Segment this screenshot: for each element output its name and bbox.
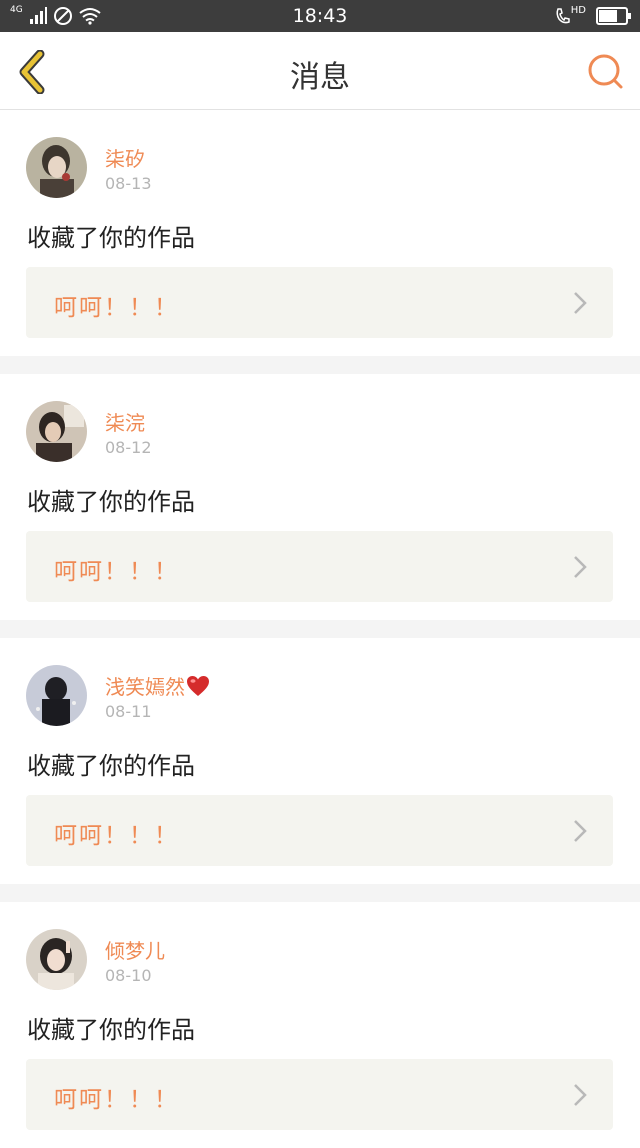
quoted-work[interactable]: 呵呵！！！ xyxy=(26,795,613,866)
card-separator xyxy=(0,620,640,638)
card-separator xyxy=(0,884,640,902)
quoted-work[interactable]: 呵呵！！！ xyxy=(26,1059,613,1130)
status-right: HD xyxy=(555,4,632,28)
quoted-work[interactable]: 呵呵！！！ xyxy=(26,531,613,602)
avatar[interactable] xyxy=(26,137,87,198)
quoted-work-text: 呵呵！！！ xyxy=(54,823,179,849)
avatar[interactable] xyxy=(26,401,87,462)
heart-icon xyxy=(187,676,209,696)
quoted-work[interactable]: 呵呵！！！ xyxy=(26,267,613,338)
chevron-right-icon xyxy=(574,1084,587,1106)
message-date: 08-12 xyxy=(105,438,152,457)
message-date: 08-13 xyxy=(105,174,152,193)
user-name[interactable]: 柒矽 xyxy=(105,143,145,172)
status-time: 18:43 xyxy=(292,5,348,27)
message-card: 柒矽 08-13 收藏了你的作品 呵呵！！！ xyxy=(0,110,640,356)
quoted-work-text: 呵呵！！！ xyxy=(54,295,179,321)
page-title: 消息 xyxy=(290,60,350,95)
quoted-work-text: 呵呵！！！ xyxy=(54,1087,179,1113)
quoted-work-text: 呵呵！！！ xyxy=(54,559,179,585)
card-separator xyxy=(0,356,640,374)
user-name[interactable]: 柒浣 xyxy=(105,407,145,436)
hd-label: HD xyxy=(570,4,586,16)
user-name[interactable]: 倾梦儿 xyxy=(105,935,165,964)
message-card: 柒浣 08-12 收藏了你的作品 呵呵！！！ xyxy=(0,374,640,620)
message-date: 08-10 xyxy=(105,966,152,985)
message-list: 柒矽 08-13 收藏了你的作品 呵呵！！！ 柒浣 08-12 收藏了你的作品 … xyxy=(0,110,640,1148)
message-action: 收藏了你的作品 xyxy=(27,488,195,516)
avatar[interactable] xyxy=(26,929,87,990)
search-icon[interactable] xyxy=(586,52,626,92)
hd-call-icon: HD xyxy=(555,4,586,25)
battery-icon xyxy=(596,7,631,25)
message-action: 收藏了你的作品 xyxy=(27,224,195,252)
chevron-right-icon xyxy=(574,556,587,578)
chevron-right-icon xyxy=(574,820,587,842)
message-action: 收藏了你的作品 xyxy=(27,1016,195,1044)
message-card: 浅笑嫣然 08-11 收藏了你的作品 呵呵！！！ xyxy=(0,638,640,884)
message-card: 倾梦儿 08-10 收藏了你的作品 呵呵！！！ xyxy=(0,902,640,1148)
message-action: 收藏了你的作品 xyxy=(27,752,195,780)
status-bar: 4G 18:43 HD xyxy=(0,0,640,32)
avatar[interactable] xyxy=(26,665,87,726)
nav-bar: 消息 xyxy=(0,32,640,110)
user-name[interactable]: 浅笑嫣然 xyxy=(105,671,210,700)
chevron-right-icon xyxy=(574,292,587,314)
user-name-text: 浅笑嫣然 xyxy=(105,675,185,699)
message-date: 08-11 xyxy=(105,702,152,721)
